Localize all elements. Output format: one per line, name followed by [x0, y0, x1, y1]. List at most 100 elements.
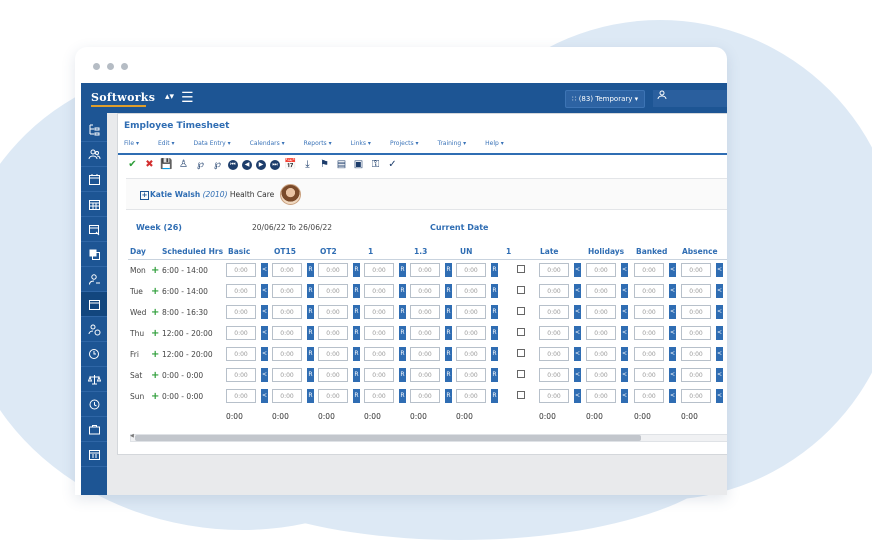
copy-left-button[interactable]: <: [716, 389, 723, 403]
time-input[interactable]: 0:00: [364, 326, 394, 340]
copy-left-button[interactable]: <: [261, 368, 268, 382]
copy-left-button[interactable]: <: [621, 389, 628, 403]
reset-button[interactable]: R: [307, 389, 314, 403]
time-input[interactable]: 0:00: [410, 326, 440, 340]
copy-left-button[interactable]: <: [669, 368, 676, 382]
time-input[interactable]: 0:00: [634, 284, 664, 298]
time-input[interactable]: 0:00: [364, 284, 394, 298]
time-input[interactable]: 0:00: [586, 305, 616, 319]
frame-icon[interactable]: ▣: [352, 158, 365, 171]
copy-left-button[interactable]: <: [621, 347, 628, 361]
sidebar-item-balance[interactable]: [81, 367, 107, 392]
time-input[interactable]: 0:00: [681, 389, 711, 403]
menu-calendars[interactable]: Calendars ▾: [250, 140, 285, 147]
menu-links[interactable]: Links ▾: [351, 140, 371, 147]
reset-button[interactable]: R: [491, 305, 498, 319]
reset-button[interactable]: R: [445, 389, 452, 403]
copy-left-button[interactable]: <: [574, 368, 581, 382]
copy-left-button[interactable]: <: [574, 347, 581, 361]
time-input[interactable]: 0:00: [539, 389, 569, 403]
reset-button[interactable]: R: [491, 284, 498, 298]
previous-icon[interactable]: ◀: [242, 159, 252, 170]
close-icon[interactable]: ✖: [143, 158, 156, 171]
time-input[interactable]: 0:00: [634, 263, 664, 277]
reset-button[interactable]: R: [491, 326, 498, 340]
sidebar-item-history[interactable]: [81, 392, 107, 417]
time-input[interactable]: 0:00: [586, 368, 616, 382]
reset-button[interactable]: R: [353, 368, 360, 382]
time-input[interactable]: 0:00: [456, 284, 486, 298]
time-input[interactable]: 0:00: [681, 326, 711, 340]
menu-data-entry[interactable]: Data Entry ▾: [194, 140, 231, 147]
add-shift-icon[interactable]: +: [151, 392, 159, 402]
window-dot[interactable]: [93, 63, 100, 70]
sidebar-item-users[interactable]: [81, 142, 107, 167]
time-input[interactable]: 0:00: [226, 284, 256, 298]
reset-button[interactable]: R: [399, 326, 406, 340]
row-checkbox[interactable]: [517, 328, 525, 336]
row-checkbox[interactable]: [517, 391, 525, 399]
time-input[interactable]: 0:00: [586, 326, 616, 340]
window-dot[interactable]: [107, 63, 114, 70]
time-input[interactable]: 0:00: [364, 347, 394, 361]
time-input[interactable]: 0:00: [318, 263, 348, 277]
sidebar-item-hierarchy[interactable]: [81, 117, 107, 142]
copy-left-button[interactable]: <: [574, 326, 581, 340]
sidebar-item-calendar-edit[interactable]: [81, 217, 107, 242]
time-input[interactable]: 0:00: [539, 263, 569, 277]
reset-button[interactable]: R: [399, 368, 406, 382]
upload-icon[interactable]: ⤓: [301, 158, 314, 171]
copy-left-button[interactable]: <: [716, 263, 723, 277]
link-alt-icon[interactable]: ℘: [211, 158, 224, 171]
time-input[interactable]: 0:00: [318, 326, 348, 340]
user-edit-icon[interactable]: ♙: [177, 158, 190, 171]
row-checkbox[interactable]: [517, 349, 525, 357]
user-check-icon[interactable]: ⚿: [369, 158, 382, 171]
reset-button[interactable]: R: [399, 284, 406, 298]
reset-button[interactable]: R: [307, 263, 314, 277]
copy-left-button[interactable]: <: [716, 368, 723, 382]
time-input[interactable]: 0:00: [456, 326, 486, 340]
row-checkbox[interactable]: [517, 286, 525, 294]
time-input[interactable]: 0:00: [586, 284, 616, 298]
window-dot[interactable]: [121, 63, 128, 70]
temp-dropdown[interactable]: ∷ (83) Temporary ▾: [565, 90, 646, 108]
copy-left-button[interactable]: <: [669, 347, 676, 361]
next-icon[interactable]: ▶: [256, 159, 266, 170]
copy-left-button[interactable]: <: [574, 263, 581, 277]
time-input[interactable]: 0:00: [226, 368, 256, 382]
reset-button[interactable]: R: [491, 368, 498, 382]
copy-left-button[interactable]: <: [574, 284, 581, 298]
calendar-search-icon[interactable]: 📅: [284, 158, 297, 171]
time-input[interactable]: 0:00: [272, 305, 302, 319]
reset-button[interactable]: R: [399, 305, 406, 319]
time-input[interactable]: 0:00: [272, 368, 302, 382]
reset-button[interactable]: R: [399, 347, 406, 361]
time-input[interactable]: 0:00: [410, 347, 440, 361]
reset-button[interactable]: R: [491, 347, 498, 361]
time-input[interactable]: 0:00: [318, 368, 348, 382]
sidebar-item-schedule[interactable]: [81, 192, 107, 217]
copy-left-button[interactable]: <: [669, 305, 676, 319]
time-input[interactable]: 0:00: [586, 389, 616, 403]
copy-left-button[interactable]: <: [261, 389, 268, 403]
copy-left-button[interactable]: <: [261, 326, 268, 340]
time-input[interactable]: 0:00: [226, 347, 256, 361]
reset-button[interactable]: R: [307, 326, 314, 340]
expand-icon[interactable]: +: [140, 191, 149, 200]
menu-projects[interactable]: Projects ▾: [390, 140, 419, 147]
time-input[interactable]: 0:00: [364, 263, 394, 277]
row-checkbox[interactable]: [517, 370, 525, 378]
time-input[interactable]: 0:00: [681, 284, 711, 298]
sidebar-item-calendar-people[interactable]: [81, 442, 107, 467]
current-date-link[interactable]: Current Date: [430, 223, 488, 232]
time-input[interactable]: 0:00: [634, 368, 664, 382]
reset-button[interactable]: R: [491, 263, 498, 277]
link-icon[interactable]: ℘: [194, 158, 207, 171]
time-input[interactable]: 0:00: [226, 263, 256, 277]
time-input[interactable]: 0:00: [456, 305, 486, 319]
reset-button[interactable]: R: [399, 263, 406, 277]
copy-left-button[interactable]: <: [621, 326, 628, 340]
add-shift-icon[interactable]: +: [151, 371, 159, 381]
time-input[interactable]: 0:00: [272, 263, 302, 277]
